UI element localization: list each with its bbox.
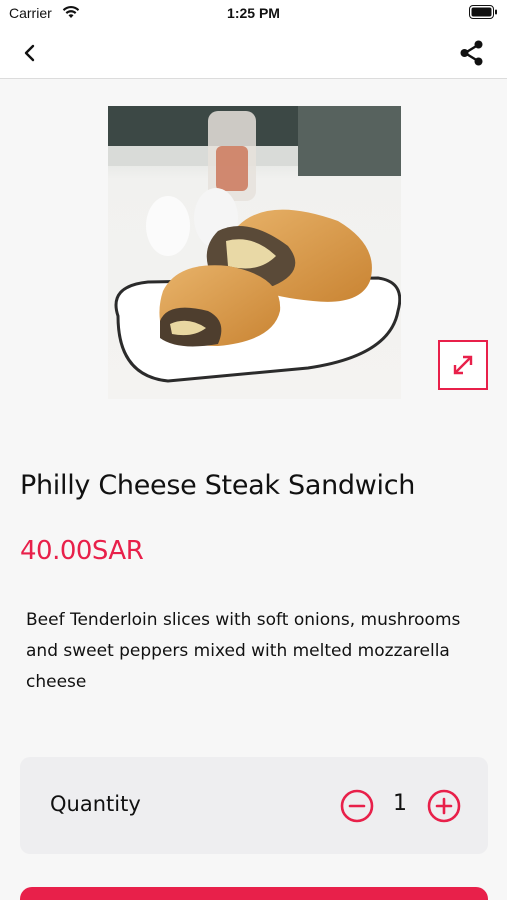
back-button[interactable] bbox=[18, 40, 44, 66]
quantity-label: Quantity bbox=[50, 792, 141, 816]
clock: 1:25 PM bbox=[227, 5, 280, 21]
plus-circle-icon bbox=[427, 789, 461, 823]
minus-circle-icon bbox=[340, 789, 374, 823]
increase-quantity-button[interactable] bbox=[427, 789, 461, 823]
product-title: Philly Cheese Steak Sandwich bbox=[20, 470, 416, 501]
status-bar: Carrier 1:25 PM bbox=[0, 0, 507, 28]
decrease-quantity-button[interactable] bbox=[340, 789, 374, 823]
add-to-cart-button[interactable] bbox=[20, 887, 488, 900]
quantity-value: 1 bbox=[393, 791, 407, 816]
expand-icon bbox=[453, 355, 473, 375]
product-price: 40.00SAR bbox=[20, 536, 144, 566]
quantity-selector: Quantity 1 bbox=[20, 757, 488, 854]
expand-image-button[interactable] bbox=[438, 340, 488, 390]
chevron-left-icon bbox=[24, 44, 35, 62]
battery-icon bbox=[469, 5, 498, 20]
product-image[interactable] bbox=[108, 106, 402, 399]
share-icon bbox=[460, 40, 483, 66]
product-detail-screen: Carrier 1:25 PM Philly Cheese Steak Sand… bbox=[0, 0, 507, 900]
product-description: Beef Tenderloin slices with soft onions,… bbox=[26, 610, 461, 692]
share-button[interactable] bbox=[459, 39, 485, 67]
navigation-bar bbox=[0, 28, 507, 79]
